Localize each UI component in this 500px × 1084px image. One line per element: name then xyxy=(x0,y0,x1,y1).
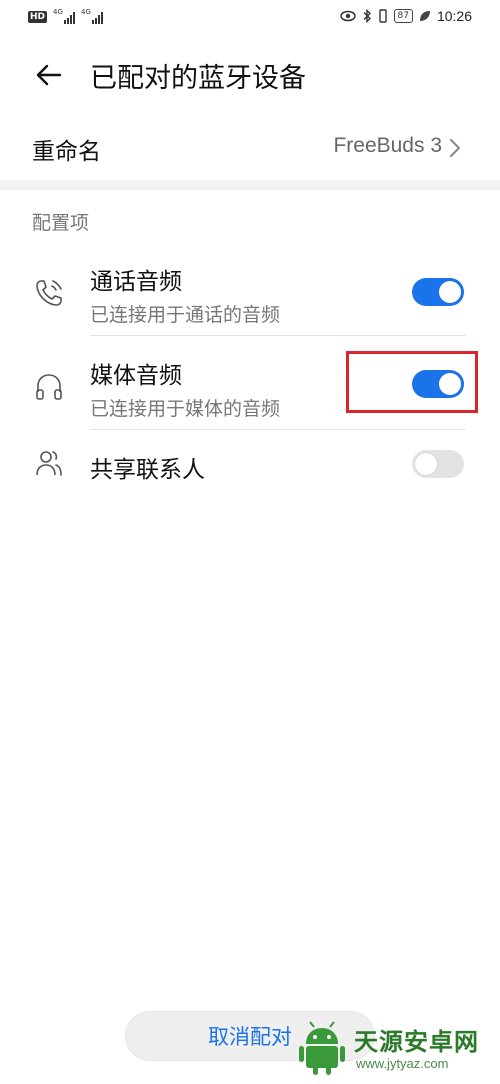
list-item-call-audio[interactable]: 通话音频 已连接用于通话的音频 xyxy=(0,256,500,336)
leaf-icon xyxy=(419,11,430,21)
toggle-knob xyxy=(439,281,461,303)
android-logo-icon xyxy=(299,1021,345,1075)
status-right: 87 10:26 xyxy=(339,8,472,24)
share-contacts-toggle[interactable] xyxy=(412,450,464,478)
signal-2-icon: 4G xyxy=(81,8,104,24)
status-left: HD 4G 4G xyxy=(28,8,104,24)
phone-call-icon xyxy=(36,280,62,306)
media-audio-status: 已连接用于媒体的音频 xyxy=(90,398,281,420)
battery-level: 87 xyxy=(393,9,413,23)
network-type-1: 4G xyxy=(53,8,63,16)
clock: 10:26 xyxy=(436,8,472,24)
rename-label: 重命名 xyxy=(32,139,101,165)
watermark: 天源安卓网 www.jytyaz.com xyxy=(296,1018,496,1080)
section-title: 配置项 xyxy=(32,212,90,234)
watermark-url: www.jytyaz.com xyxy=(356,1056,449,1071)
headphones-icon xyxy=(36,374,62,400)
highlight-annotation xyxy=(346,351,478,413)
call-audio-status: 已连接用于通话的音频 xyxy=(90,304,281,326)
section-divider xyxy=(0,180,500,190)
rename-row[interactable]: 重命名 FreeBuds 3 xyxy=(0,118,500,178)
toggle-knob xyxy=(415,453,437,475)
call-audio-label: 通话音频 xyxy=(90,269,182,295)
eye-icon xyxy=(339,10,356,22)
vibrate-icon xyxy=(378,9,387,23)
bluetooth-icon xyxy=(363,9,371,23)
signal-1-icon: 4G xyxy=(53,8,76,24)
device-name-value: FreeBuds 3 xyxy=(333,134,442,157)
list-item-share-contacts[interactable]: 共享联系人 xyxy=(0,438,500,494)
page-title: 已配对的蓝牙设备 xyxy=(90,63,306,94)
status-bar: HD 4G 4G 87 10:26 xyxy=(0,0,500,36)
header: 已配对的蓝牙设备 xyxy=(0,40,500,110)
row-divider xyxy=(90,429,466,430)
share-contacts-label: 共享联系人 xyxy=(90,457,205,483)
media-audio-label: 媒体音频 xyxy=(90,363,182,389)
contacts-icon xyxy=(36,451,62,476)
hd-badge: HD xyxy=(28,11,48,23)
arrow-left-icon[interactable] xyxy=(34,60,64,90)
call-audio-toggle[interactable] xyxy=(412,278,464,306)
row-divider xyxy=(90,335,466,336)
network-type-2: 4G xyxy=(81,8,91,16)
watermark-name: 天源安卓网 xyxy=(354,1028,479,1056)
chevron-right-icon xyxy=(450,139,460,157)
